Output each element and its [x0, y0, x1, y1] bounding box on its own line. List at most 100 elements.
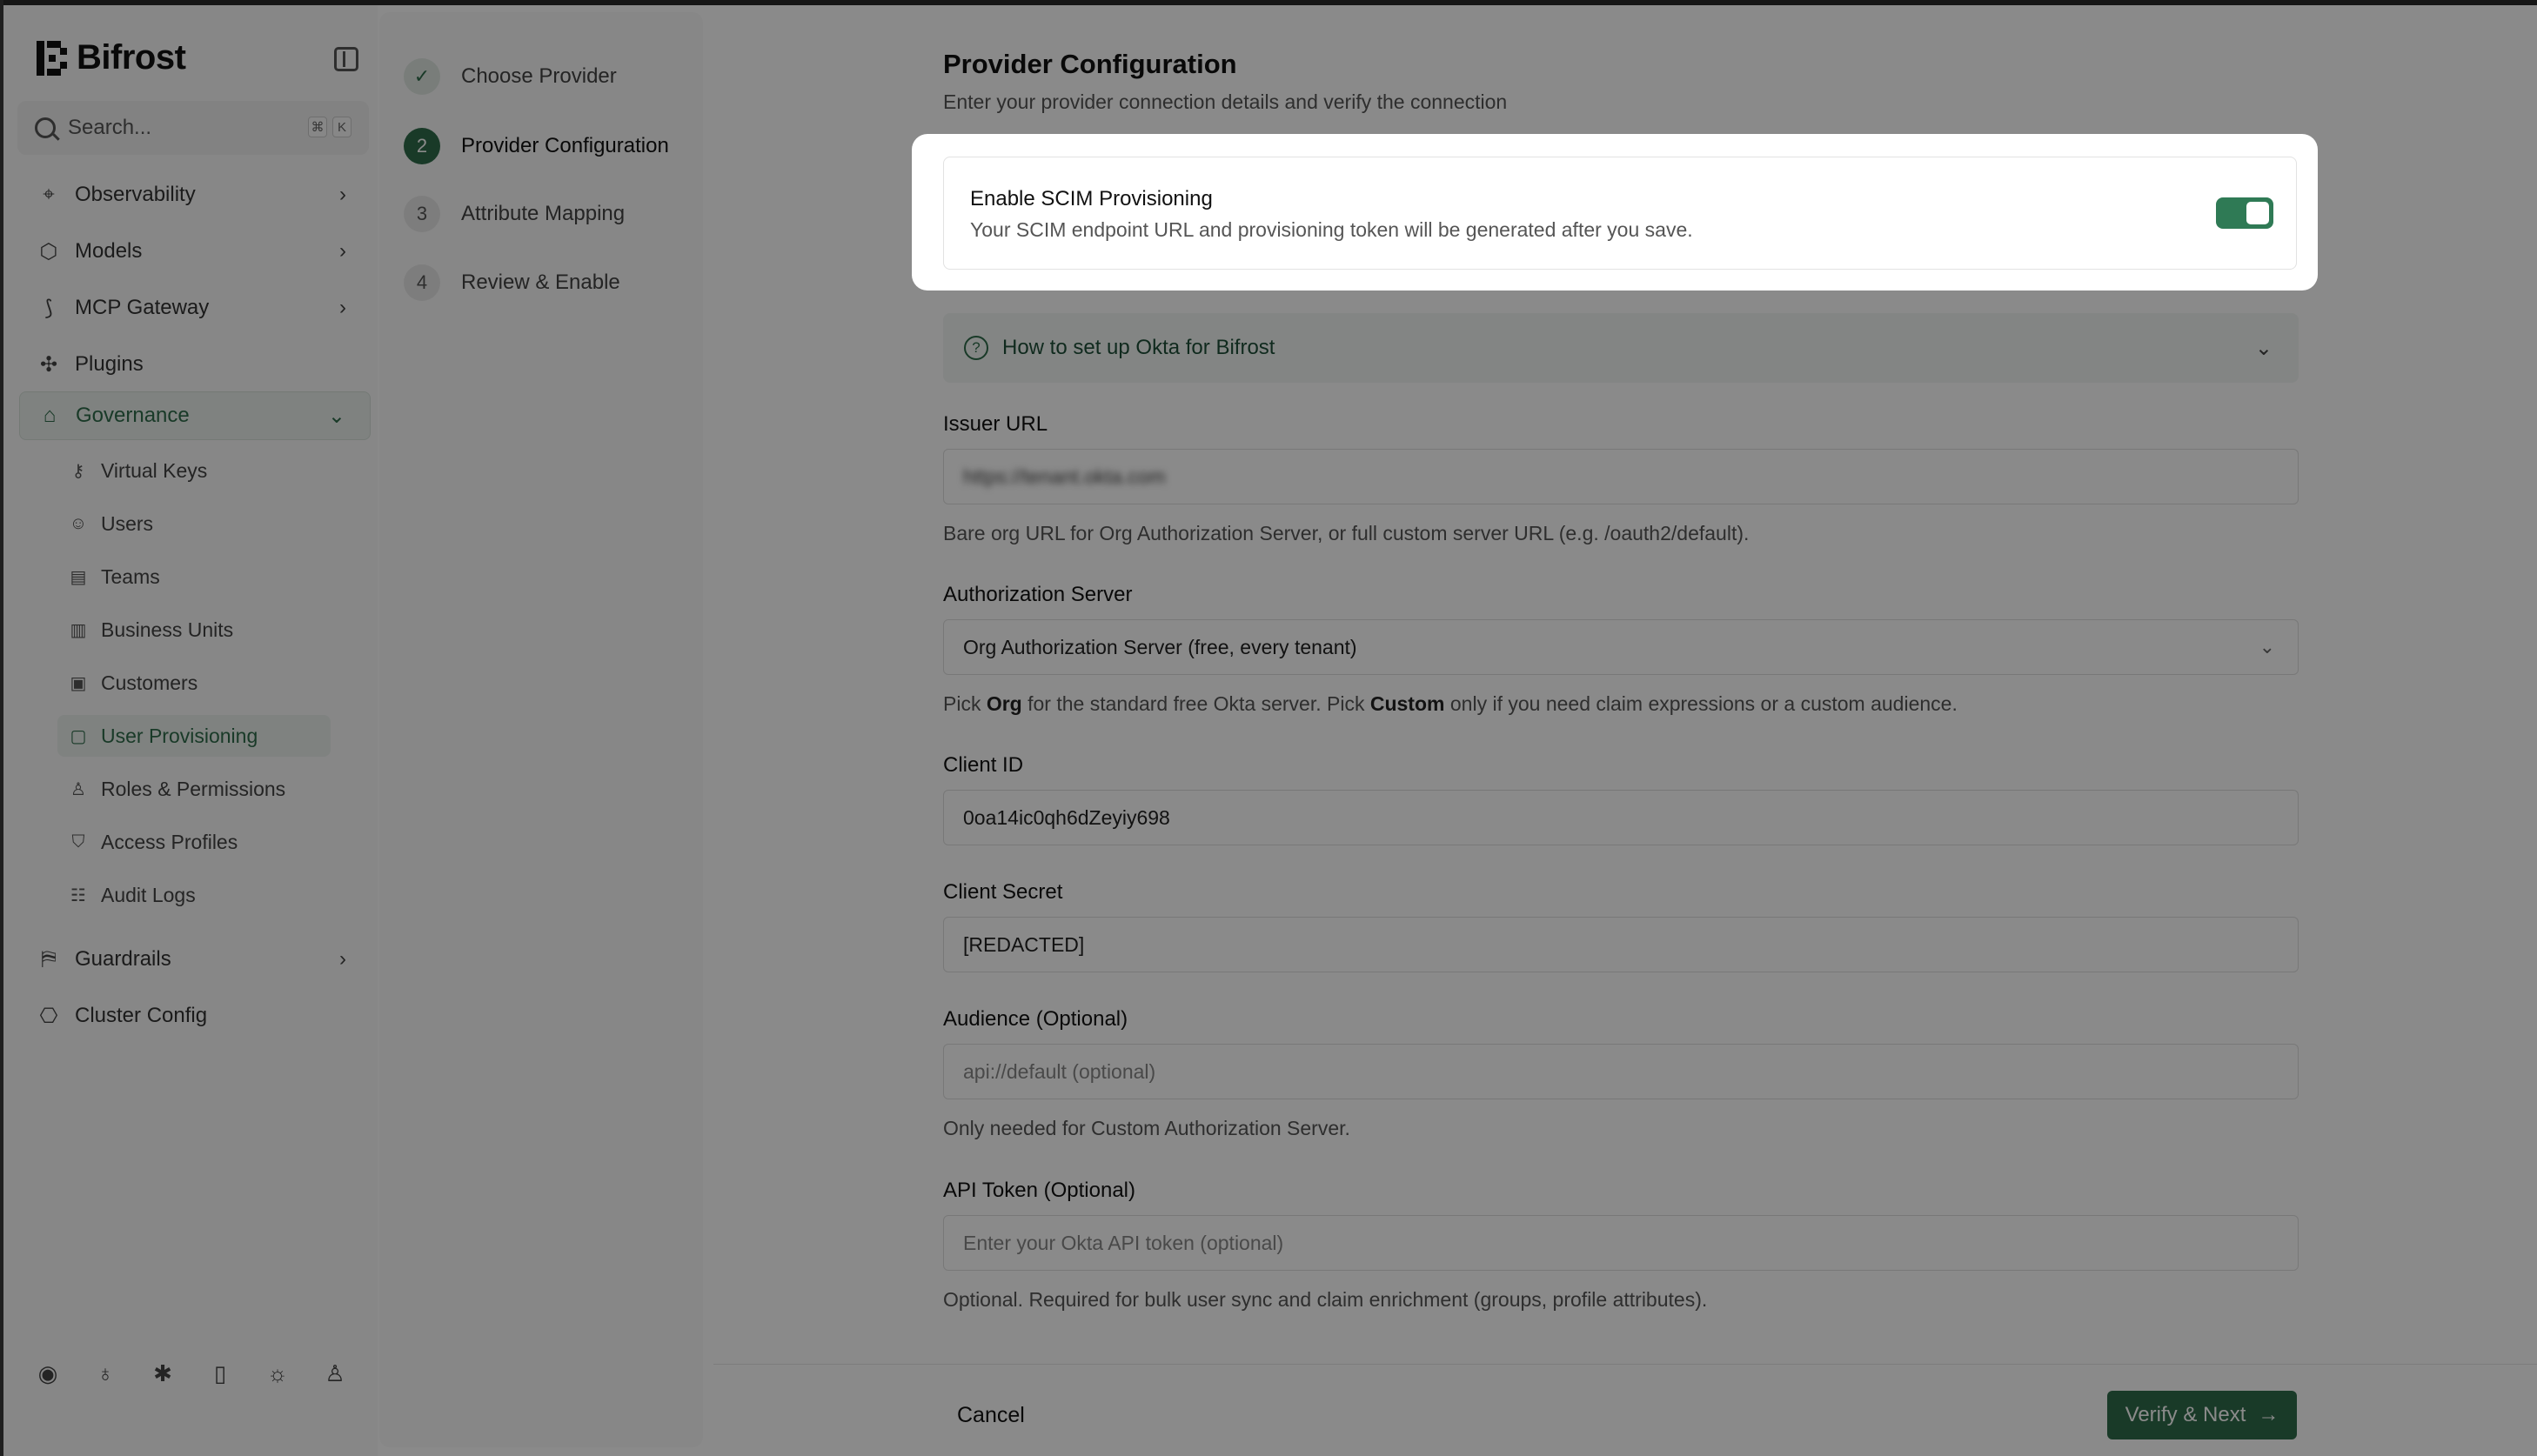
barrier-icon: ⛿ — [41, 947, 57, 971]
scroll-icon: ☷ — [70, 885, 86, 905]
sidebar-item-label: Customers — [101, 671, 198, 694]
user-icon[interactable]: ♙ — [322, 1360, 348, 1386]
sidebar-item-label: Governance — [76, 404, 190, 427]
sidebar-item-label: Users — [101, 511, 154, 535]
chevron-down-icon: ⌄ — [2259, 636, 2275, 658]
chevron-right-icon: › — [339, 296, 346, 319]
client-id-label: Client ID — [943, 753, 1024, 777]
github-icon[interactable]: ♁ — [92, 1360, 118, 1386]
chevron-down-icon: ⌄ — [2254, 336, 2273, 360]
verify-next-label: Verify & Next — [2125, 1403, 2246, 1426]
issuer-url-value: https://tenant.okta.com — [963, 464, 1166, 488]
brand-name: Bifrost — [77, 38, 186, 77]
issuer-url-field[interactable]: https://tenant.okta.com — [943, 449, 2299, 504]
sidebar-item-roles-permissions[interactable]: ♙ Roles & Permissions — [57, 768, 331, 810]
step-number: 4 — [404, 264, 440, 301]
app-window: Bifrost Search... ⌘ K ⌖ Observability › … — [0, 0, 2537, 1456]
sidebar-item-label: Observability — [75, 183, 196, 206]
sidebar-item-guardrails[interactable]: ⛿ Guardrails › — [19, 935, 371, 984]
step-label: Provider Configuration — [461, 134, 669, 157]
sidebar-item-label: Plugins — [75, 352, 144, 376]
scim-title: Enable SCIM Provisioning — [970, 187, 1213, 210]
puzzle-icon: ✣ — [39, 352, 58, 377]
sidebar-item-virtual-keys[interactable]: ⚷ Virtual Keys — [57, 450, 331, 491]
sidebar-item-label: Cluster Config — [75, 1004, 208, 1027]
accordion-title: How to set up Okta for Bifrost — [1002, 336, 1275, 359]
sidebar-item-customers[interactable]: ▣ Customers — [57, 662, 331, 704]
sidebar-item-audit-logs[interactable]: ☷ Audit Logs — [57, 874, 331, 916]
search-input[interactable]: Search... ⌘ K — [17, 101, 369, 155]
sidebar-item-cluster-config[interactable]: ⎔ Cluster Config — [19, 992, 371, 1040]
toggle-knob — [2246, 202, 2269, 224]
sidebar-item-plugins[interactable]: ✣ Plugins — [19, 340, 371, 389]
chevron-right-icon: › — [339, 239, 346, 263]
step-choose-provider[interactable]: ✓ Choose Provider — [404, 57, 617, 96]
sidebar-item-governance[interactable]: ⌂ Governance ⌄ — [19, 391, 371, 440]
sidebar-item-users[interactable]: ☺ Users — [57, 503, 331, 544]
step-provider-configuration[interactable]: 2 Provider Configuration — [404, 127, 669, 165]
okta-setup-guide-accordion[interactable]: ? How to set up Okta for Bifrost ⌄ — [943, 313, 2299, 383]
store-icon: ▣ — [70, 673, 87, 693]
step-attribute-mapping[interactable]: 3 Attribute Mapping — [404, 195, 625, 233]
shortcut-k-key: K — [332, 117, 351, 137]
step-number: 3 — [404, 196, 440, 232]
sidebar-item-mcp-gateway[interactable]: ⟆ MCP Gateway › — [19, 284, 371, 332]
check-icon: ✓ — [404, 58, 440, 95]
docs-icon[interactable]: ▯ — [207, 1360, 233, 1386]
client-secret-field[interactable]: [REDACTED] — [943, 917, 2299, 972]
bug-icon[interactable]: ✱ — [150, 1360, 176, 1386]
mcp-icon: ⟆ — [44, 296, 53, 320]
audience-placeholder: api://default (optional) — [963, 1059, 1156, 1083]
api-token-field[interactable]: Enter your Okta API token (optional) — [943, 1215, 2299, 1271]
sidebar-item-label: MCP Gateway — [75, 296, 210, 319]
step-review-enable[interactable]: 4 Review & Enable — [404, 264, 620, 302]
scim-description: Your SCIM endpoint URL and provisioning … — [970, 218, 1693, 241]
client-secret-label: Client Secret — [943, 880, 1063, 904]
sidebar-item-label: Guardrails — [75, 947, 171, 971]
help-circle-icon: ? — [964, 336, 988, 360]
sidebar-item-label: User Provisioning — [101, 724, 258, 747]
step-number: 2 — [404, 128, 440, 164]
sidebar-item-label: Roles & Permissions — [101, 777, 286, 800]
setup-stepper: ✓ Choose Provider 2 Provider Configurati… — [379, 12, 703, 1447]
sidebar-item-models[interactable]: ⬡ Models › — [19, 227, 371, 276]
cancel-button[interactable]: Cancel — [957, 1403, 1025, 1428]
client-secret-value: [REDACTED] — [963, 932, 1085, 956]
cube-icon: ⬡ — [39, 239, 58, 264]
sidebar-item-teams[interactable]: ▤ Teams — [57, 556, 331, 598]
page-title: Provider Configuration — [943, 49, 1237, 79]
page-subtitle: Enter your provider connection details a… — [943, 90, 1508, 113]
collapse-sidebar-icon[interactable] — [334, 47, 358, 71]
brand-logo[interactable]: Bifrost — [37, 38, 186, 77]
tour-spotlight: Enable SCIM Provisioning Your SCIM endpo… — [912, 134, 2318, 291]
sidebar-item-access-profiles[interactable]: ⛉ Access Profiles — [57, 821, 331, 863]
step-label: Attribute Mapping — [461, 202, 626, 225]
sidebar-item-observability[interactable]: ⌖ Observability › — [19, 170, 371, 219]
search-placeholder: Search... — [68, 116, 152, 139]
buildings-icon: ▥ — [70, 620, 87, 640]
scim-enable-toggle[interactable] — [2216, 197, 2273, 229]
authorization-server-select[interactable]: Org Authorization Server (free, every te… — [943, 619, 2299, 675]
step-label: Review & Enable — [461, 270, 620, 294]
verify-next-button[interactable]: Verify & Next → — [2107, 1391, 2297, 1439]
step-label: Choose Provider — [461, 64, 617, 88]
sidebar-footer: ◉ ♁ ✱ ▯ ☼ ♙ — [35, 1360, 348, 1386]
shortcut-cmd-key: ⌘ — [308, 117, 327, 137]
sun-icon[interactable]: ☼ — [264, 1360, 291, 1386]
client-id-field[interactable]: 0oa14ic0qh6dZeyiy698 — [943, 790, 2299, 845]
sidebar-item-business-units[interactable]: ▥ Business Units — [57, 609, 331, 651]
client-id-value: 0oa14ic0qh6dZeyiy698 — [963, 805, 1170, 829]
scim-provisioning-card: Enable SCIM Provisioning Your SCIM endpo… — [943, 157, 2297, 270]
authorization-server-label: Authorization Server — [943, 583, 1133, 606]
form-actions-bar: Cancel Verify & Next → — [713, 1364, 2537, 1456]
api-token-help: Optional. Required for bulk user sync an… — [943, 1288, 1708, 1311]
sidebar-item-user-provisioning[interactable]: ▢ User Provisioning — [57, 715, 331, 757]
network-icon: ⎔ — [39, 1004, 58, 1028]
key-icon: ⚷ — [71, 461, 85, 481]
audience-field[interactable]: api://default (optional) — [943, 1044, 2299, 1099]
shield-icon: ⛉ — [71, 832, 85, 852]
sidebar-item-label: Access Profiles — [101, 830, 238, 853]
discord-icon[interactable]: ◉ — [35, 1360, 61, 1386]
audience-help: Only needed for Custom Authorization Ser… — [943, 1117, 1350, 1139]
authorization-server-help: Pick Org for the standard free Okta serv… — [943, 692, 1958, 715]
